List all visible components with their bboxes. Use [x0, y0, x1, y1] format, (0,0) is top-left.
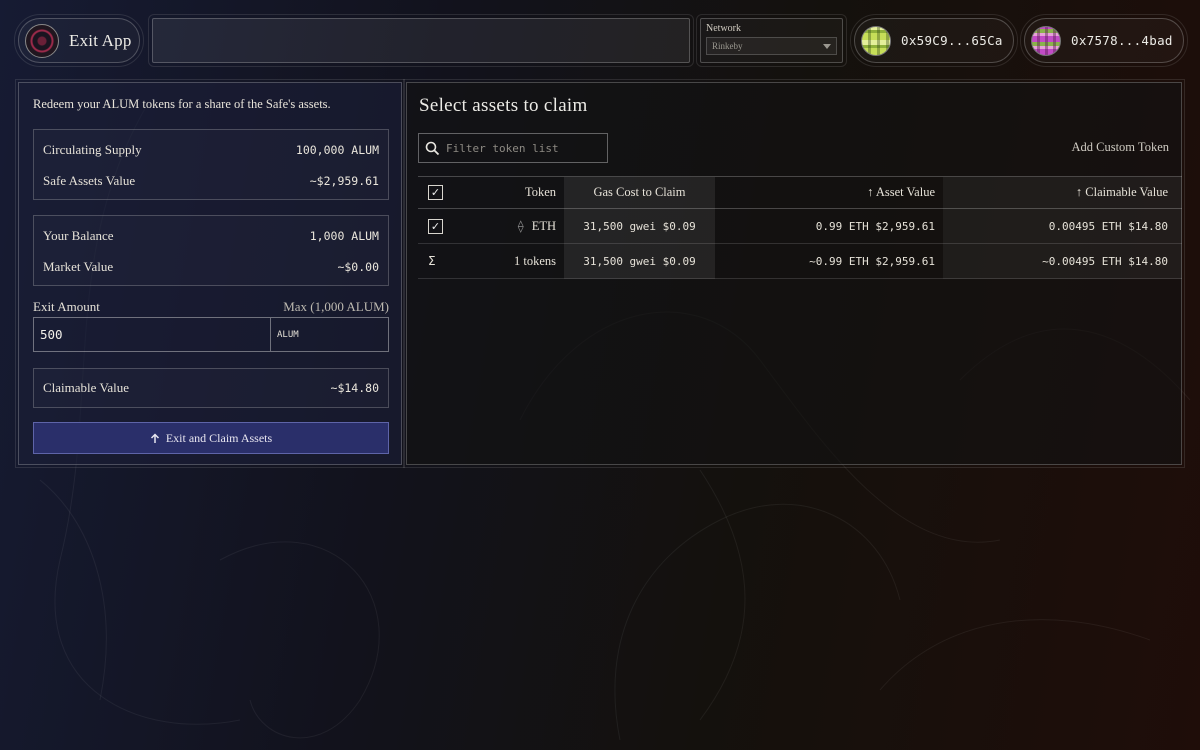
circulating-supply-row: Circulating Supply 100,000 ALUM [34, 134, 388, 165]
max-amount-link[interactable]: Max (1,000 ALUM) [283, 299, 389, 315]
totals-row: Σ 1 tokens 31,500 gwei $0.09 ~0.99 ETH $… [418, 243, 1182, 279]
arrow-up-icon [150, 432, 159, 443]
claimable-value-label: Claimable Value [43, 380, 130, 395]
chevron-down-icon [823, 43, 831, 49]
app-logo-icon [25, 23, 59, 58]
sum-cell: Σ [418, 243, 454, 279]
redeem-panel: Redeem your ALUM tokens for a share of t… [15, 79, 405, 468]
filter-token-input[interactable] [446, 141, 596, 155]
exit-amount-field: ALUM [33, 317, 389, 352]
sigma-icon: Σ [428, 253, 436, 268]
assets-table: ✓ Token Gas Cost to Claim ↑ Asset Value … [418, 176, 1182, 279]
market-value-label: Market Value [43, 258, 114, 274]
add-custom-token-link[interactable]: Add Custom Token [1071, 140, 1169, 155]
wallet-address: 0x7578...4bad [1071, 33, 1173, 48]
sort-arrow-up-icon: ↑ [1075, 185, 1086, 199]
network-label: Network [706, 23, 741, 34]
total-claimable-value-cell: ~0.00495 ETH $14.80 [943, 243, 1182, 279]
row-select-cell: ✓ [418, 208, 454, 244]
avatar [1031, 25, 1061, 56]
total-asset-value-cell: ~0.99 ETH $2,959.61 [715, 243, 943, 279]
balance-stats: Your Balance 1,000 ALUM Market Value ~$0… [33, 215, 389, 286]
market-value-value: ~$0.00 [337, 259, 379, 274]
exit-amount-input[interactable] [34, 318, 271, 351]
safe-assets-label: Safe Assets Value [43, 172, 136, 188]
column-asset-value[interactable]: ↑ Asset Value [715, 176, 943, 209]
column-claimable-value[interactable]: ↑ Claimable Value [943, 176, 1182, 209]
search-icon [425, 141, 440, 155]
exit-amount-unit: ALUM [277, 329, 299, 340]
claimable-value-row: Claimable Value ~$14.80 [34, 369, 388, 407]
exit-and-claim-label: Exit and Claim Assets [165, 430, 273, 445]
asset-value-cell: 0.99 ETH $2,959.61 [715, 208, 943, 244]
avatar [861, 25, 891, 56]
redeem-intro: Redeem your ALUM tokens for a share of t… [33, 97, 331, 111]
safe-assets-row: Safe Assets Value ~$2,959.61 [34, 165, 388, 196]
column-claimable-value-label: Claimable Value [1085, 185, 1168, 199]
ethereum-icon: ⟠ [517, 218, 524, 233]
token-symbol: ETH [531, 218, 556, 233]
claimable-value-amount: ~$14.80 [330, 381, 379, 395]
select-all-cell: ✓ [418, 176, 454, 209]
exit-app-button[interactable]: Exit App [14, 14, 144, 67]
market-value-row: Market Value ~$0.00 [34, 251, 388, 282]
circulating-supply-value: 100,000 ALUM [295, 142, 379, 157]
your-balance-row: Your Balance 1,000 ALUM [34, 220, 388, 251]
claimable-stats: Claimable Value ~$14.80 [33, 368, 389, 408]
exit-amount-header: Exit Amount Max (1,000 ALUM) [33, 299, 389, 315]
exit-app-label: Exit App [69, 30, 132, 50]
exit-and-claim-button[interactable]: Exit and Claim Assets [33, 422, 389, 454]
column-token[interactable]: Token [454, 176, 564, 209]
row-checkbox[interactable]: ✓ [428, 218, 443, 234]
circulating-supply-label: Circulating Supply [43, 141, 142, 157]
claimable-value-cell: 0.00495 ETH $14.80 [943, 208, 1182, 244]
gas-cost-cell: 31,500 gwei $0.09 [564, 208, 715, 244]
network-dropdown[interactable]: Rinkeby [706, 37, 837, 55]
filter-token-field [418, 133, 608, 163]
safe-assets-value: ~$2,959.61 [309, 173, 379, 188]
assets-panel-title: Select assets to claim [419, 95, 588, 116]
exit-amount-label: Exit Amount [33, 299, 100, 314]
total-gas-cell: 31,500 gwei $0.09 [564, 243, 715, 279]
select-all-checkbox[interactable]: ✓ [428, 185, 443, 200]
network-selected: Rinkeby [712, 41, 743, 51]
wallet-address: 0x59C9...65Ca [901, 33, 1003, 48]
supply-stats: Circulating Supply 100,000 ALUM Safe Ass… [33, 129, 389, 200]
column-gas-cost[interactable]: Gas Cost to Claim [564, 176, 715, 209]
table-row[interactable]: ✓ ⟠ ETH 31,500 gwei $0.09 0.99 ETH $2,959… [418, 208, 1182, 244]
sort-arrow-up-icon: ↑ [867, 185, 876, 199]
assets-panel: Select assets to claim Add Custom Token … [403, 79, 1185, 468]
your-balance-label: Your Balance [43, 227, 114, 243]
network-selector[interactable]: Network Rinkeby [696, 14, 847, 67]
column-asset-value-label: Asset Value [875, 185, 935, 199]
wallet-account-2[interactable]: 0x7578...4bad [1020, 14, 1188, 67]
header-empty-bar [148, 14, 694, 67]
your-balance-value: 1,000 ALUM [309, 228, 379, 243]
table-header-row: ✓ Token Gas Cost to Claim ↑ Asset Value … [418, 176, 1182, 209]
token-cell: ⟠ ETH [454, 208, 564, 244]
total-tokens-cell: 1 tokens [454, 243, 564, 279]
wallet-account-1[interactable]: 0x59C9...65Ca [850, 14, 1018, 67]
